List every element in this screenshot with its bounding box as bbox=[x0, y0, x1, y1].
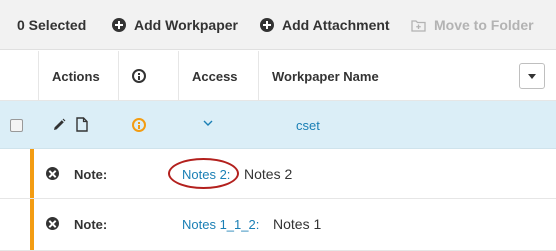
table-row[interactable]: cset bbox=[0, 101, 556, 149]
document-icon[interactable] bbox=[76, 117, 88, 132]
add-attachment-button[interactable]: Add Attachment bbox=[260, 0, 390, 50]
pencil-icon[interactable] bbox=[52, 118, 66, 132]
header-workpaper-name[interactable]: Workpaper Name bbox=[272, 51, 379, 101]
row-checkbox[interactable] bbox=[10, 119, 23, 132]
note-text: Notes 1 bbox=[273, 216, 322, 232]
note-indicator-bar bbox=[30, 199, 34, 250]
column-divider bbox=[118, 51, 119, 101]
note-text: Notes 2 bbox=[244, 166, 293, 182]
column-divider bbox=[38, 51, 39, 101]
plus-circle-icon bbox=[260, 18, 274, 32]
move-to-folder-label: Move to Folder bbox=[434, 17, 534, 33]
table-header: Actions Access Workpaper Name bbox=[0, 51, 556, 101]
caret-down-icon bbox=[528, 74, 536, 79]
note-row: Note: Notes 1_1_2: Notes 1 bbox=[0, 199, 556, 251]
add-attachment-label: Add Attachment bbox=[282, 17, 390, 33]
note-label: Note: bbox=[74, 216, 108, 232]
column-divider bbox=[258, 51, 259, 101]
info-icon[interactable] bbox=[132, 118, 146, 132]
header-info bbox=[132, 51, 146, 101]
header-workpaper-name-label: Workpaper Name bbox=[272, 68, 379, 84]
note-row: Note: Notes 2: Notes 2 bbox=[0, 149, 556, 199]
header-access[interactable]: Access bbox=[192, 51, 238, 101]
header-access-label: Access bbox=[192, 68, 238, 84]
add-workpaper-label: Add Workpaper bbox=[134, 17, 238, 33]
column-options-dropdown-button[interactable] bbox=[519, 63, 545, 89]
column-divider bbox=[178, 51, 179, 101]
remove-note-icon[interactable] bbox=[46, 217, 59, 230]
note-label: Note: bbox=[74, 166, 108, 182]
folder-plus-icon bbox=[411, 19, 426, 32]
header-actions: Actions bbox=[52, 51, 100, 101]
note-indicator-bar bbox=[30, 149, 34, 198]
info-icon bbox=[132, 69, 146, 83]
header-actions-label: Actions bbox=[52, 68, 100, 84]
plus-circle-icon bbox=[112, 18, 126, 32]
workpaper-name-link[interactable]: cset bbox=[296, 101, 320, 149]
toolbar: 0 Selected Add Workpaper Add Attachment … bbox=[0, 0, 556, 50]
note-link[interactable]: Notes 1_1_2: bbox=[182, 199, 259, 249]
selected-count: 0 Selected bbox=[17, 0, 86, 50]
move-to-folder-button[interactable]: Move to Folder bbox=[411, 0, 534, 50]
remove-note-icon[interactable] bbox=[46, 167, 59, 180]
selected-count-label: 0 Selected bbox=[17, 17, 87, 33]
add-workpaper-button[interactable]: Add Workpaper bbox=[112, 0, 238, 50]
chevron-down-icon[interactable] bbox=[203, 120, 213, 126]
highlight-annotation bbox=[168, 158, 239, 189]
